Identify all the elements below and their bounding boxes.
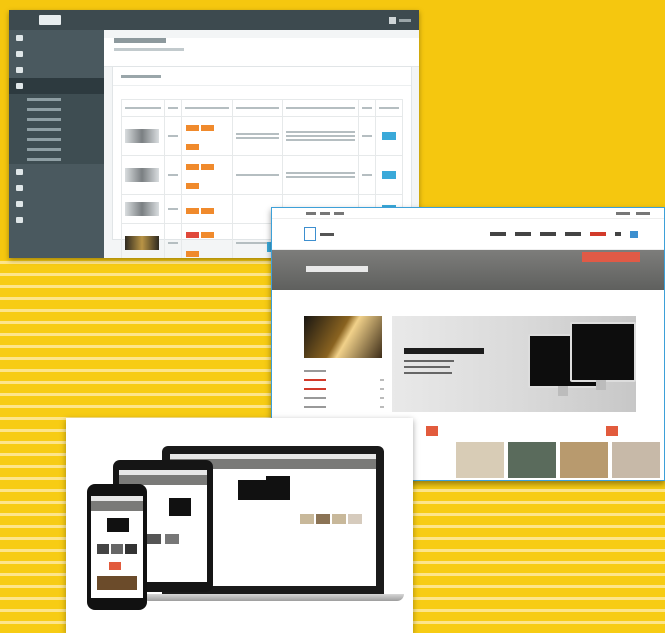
edit-button[interactable] xyxy=(382,171,397,179)
table-row xyxy=(121,116,403,156)
imac-image xyxy=(570,322,636,382)
sidebar-item[interactable] xyxy=(9,46,104,62)
nav-item-active[interactable] xyxy=(590,232,606,236)
edit-button[interactable] xyxy=(382,132,397,140)
user-icon xyxy=(399,18,411,22)
nav-item[interactable] xyxy=(515,232,531,236)
sidebar-subitem[interactable] xyxy=(9,124,104,134)
page-banner xyxy=(272,250,664,290)
admin-top-bar xyxy=(9,10,419,30)
list-item[interactable] xyxy=(304,393,384,402)
monitor-icon xyxy=(16,83,23,89)
dropdown-menu[interactable] xyxy=(582,252,640,262)
admin-user-menu[interactable] xyxy=(389,16,411,24)
gear-icon xyxy=(16,217,23,223)
table-header xyxy=(121,99,403,117)
sidebar-item[interactable] xyxy=(9,164,104,180)
product-image[interactable] xyxy=(560,442,608,478)
sidebar xyxy=(304,316,384,411)
sidebar-item[interactable] xyxy=(9,212,104,228)
nav-item[interactable] xyxy=(615,232,621,236)
list-item[interactable] xyxy=(304,375,384,384)
sidebar-subitem[interactable] xyxy=(9,134,104,144)
sidebar-subitem[interactable] xyxy=(9,154,104,164)
category-list xyxy=(304,366,384,411)
table-row xyxy=(121,155,403,195)
storefront-nav xyxy=(272,219,664,250)
list-icon xyxy=(16,67,23,73)
sidebar-subitem[interactable] xyxy=(9,114,104,124)
product-thumbnail xyxy=(125,202,159,216)
laptop-base xyxy=(142,594,404,601)
store-logo xyxy=(304,227,316,241)
nav-item[interactable] xyxy=(565,232,581,236)
product-thumbnail xyxy=(125,168,159,182)
sidebar-subitem[interactable] xyxy=(9,144,104,154)
product-thumbnail xyxy=(125,236,159,250)
cart-icon[interactable] xyxy=(630,230,638,238)
sidebar-item[interactable] xyxy=(9,180,104,196)
product-thumbnail xyxy=(125,129,159,143)
storefront-top-bar xyxy=(272,208,664,219)
sidebar-subitem[interactable] xyxy=(9,104,104,114)
sidebar-item-active[interactable] xyxy=(9,78,104,94)
product-image[interactable] xyxy=(508,442,556,478)
chart-icon xyxy=(16,185,23,191)
nav-item[interactable] xyxy=(490,232,506,236)
section-marker xyxy=(606,426,618,436)
sidebar-item[interactable] xyxy=(9,30,104,46)
product-image[interactable] xyxy=(612,442,660,478)
users-icon xyxy=(16,201,23,207)
page-title xyxy=(104,38,419,67)
product-image[interactable] xyxy=(456,442,504,478)
list-item[interactable] xyxy=(304,366,384,375)
list-item[interactable] xyxy=(304,402,384,411)
home-icon xyxy=(16,51,23,57)
sidebar-image xyxy=(304,316,382,358)
sidebar-item[interactable] xyxy=(9,62,104,78)
nav-item[interactable] xyxy=(540,232,556,236)
phone-mockup xyxy=(87,484,147,610)
sidebar-subitem[interactable] xyxy=(9,94,104,104)
avatar xyxy=(389,16,396,24)
solid-background-corner xyxy=(420,0,665,60)
panel-header xyxy=(113,67,411,86)
list-item[interactable] xyxy=(304,384,384,393)
admin-logo xyxy=(39,15,61,25)
menu-icon xyxy=(16,35,23,41)
sidebar-item[interactable] xyxy=(9,196,104,212)
admin-sidebar xyxy=(9,30,104,258)
cart-icon xyxy=(16,169,23,175)
hero-banner xyxy=(392,316,636,412)
responsive-devices-image xyxy=(66,418,413,633)
section-marker xyxy=(426,426,438,436)
